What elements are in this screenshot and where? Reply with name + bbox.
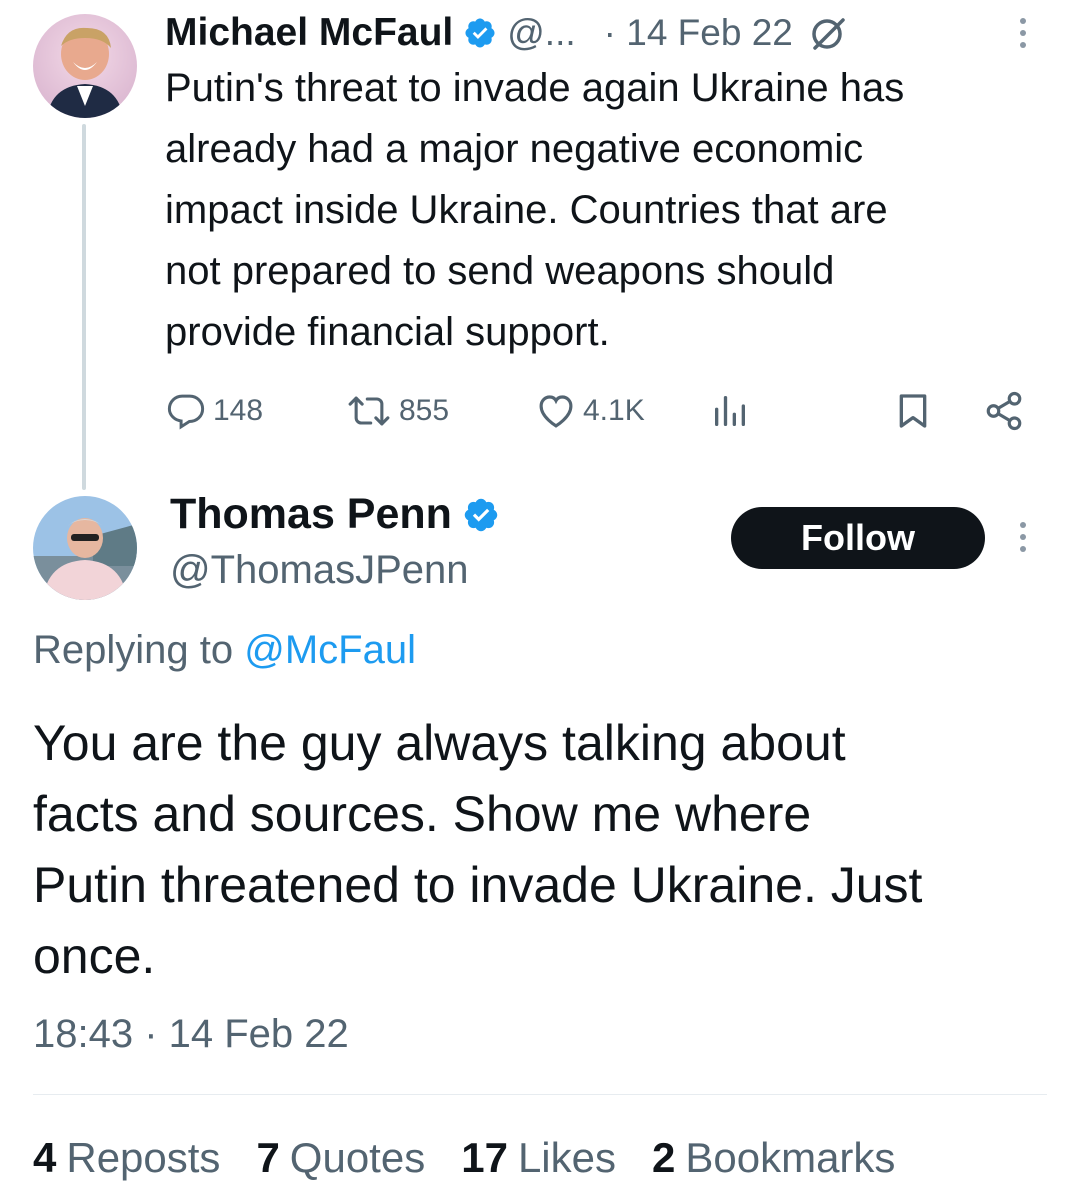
avatar-image xyxy=(33,496,137,600)
reply-author-name[interactable]: Thomas Penn xyxy=(170,490,452,539)
heart-icon xyxy=(535,390,577,432)
stat-bookmarks[interactable]: 2 Bookmarks xyxy=(652,1134,895,1182)
grok-icon[interactable] xyxy=(807,12,849,54)
stat-quotes[interactable]: 7 Quotes xyxy=(256,1134,425,1182)
reply-timestamp[interactable]: 18:43 · 14 Feb 22 xyxy=(33,1012,349,1057)
repost-count: 855 xyxy=(399,394,450,427)
author-handle[interactable]: @... xyxy=(507,12,575,54)
parent-tweet-text: Putin's threat to invade again Ukraine h… xyxy=(165,66,905,354)
more-options-icon[interactable] xyxy=(1020,522,1026,552)
bookmark-icon xyxy=(893,390,933,432)
parent-tweet-header: Michael McFaul @... · 14 Feb 22 xyxy=(165,8,849,58)
stat-label: Reposts xyxy=(66,1134,221,1181)
avatar-image xyxy=(33,14,137,118)
author-name[interactable]: Michael McFaul xyxy=(165,11,453,55)
share-button[interactable] xyxy=(983,388,1025,434)
repost-icon xyxy=(345,390,393,432)
stat-label: Quotes xyxy=(289,1134,426,1181)
stat-count: 4 xyxy=(33,1134,57,1181)
avatar-michael-mcfaul[interactable] xyxy=(33,14,137,118)
analytics-icon xyxy=(710,391,750,431)
reply-count: 148 xyxy=(213,394,264,427)
reply-author-handle[interactable]: @ThomasJPenn xyxy=(170,548,469,593)
stat-label: Bookmarks xyxy=(685,1134,896,1181)
reply-author-row: Thomas Penn xyxy=(170,490,500,539)
stat-likes[interactable]: 17 Likes xyxy=(461,1134,616,1182)
stat-count: 2 xyxy=(652,1134,676,1181)
divider xyxy=(33,1094,1047,1095)
avatar-thomas-penn[interactable] xyxy=(33,496,137,600)
replying-to-line: Replying to @McFaul xyxy=(33,628,416,673)
replying-prefix: Replying to xyxy=(33,628,245,672)
views-button[interactable] xyxy=(710,388,750,434)
engagement-stats: 4 Reposts 7 Quotes 17 Likes 2 Bookmarks xyxy=(33,1132,931,1184)
reply-icon xyxy=(165,390,207,432)
parent-action-bar: 148 855 4.1K xyxy=(165,388,1035,434)
thread-connector-line xyxy=(82,124,86,490)
reply-tweet-text: You are the guy always talking about fac… xyxy=(33,715,923,984)
tweet-date[interactable]: · 14 Feb 22 xyxy=(604,12,793,54)
stat-count: 17 xyxy=(461,1134,508,1181)
reply-button[interactable]: 148 xyxy=(165,388,263,434)
share-icon xyxy=(983,390,1025,432)
bookmark-button[interactable] xyxy=(893,388,933,434)
stat-label: Likes xyxy=(517,1134,616,1181)
like-button[interactable]: 4.1K xyxy=(535,388,645,434)
repost-button[interactable]: 855 xyxy=(345,388,449,434)
verified-badge-icon xyxy=(462,496,500,534)
follow-button[interactable]: Follow xyxy=(731,507,985,569)
stat-reposts[interactable]: 4 Reposts xyxy=(33,1134,220,1182)
more-options-icon[interactable] xyxy=(1020,18,1026,48)
verified-badge-icon xyxy=(463,16,497,50)
like-count: 4.1K xyxy=(583,394,645,427)
replying-to-mention[interactable]: @McFaul xyxy=(244,628,416,672)
stat-count: 7 xyxy=(256,1134,280,1181)
